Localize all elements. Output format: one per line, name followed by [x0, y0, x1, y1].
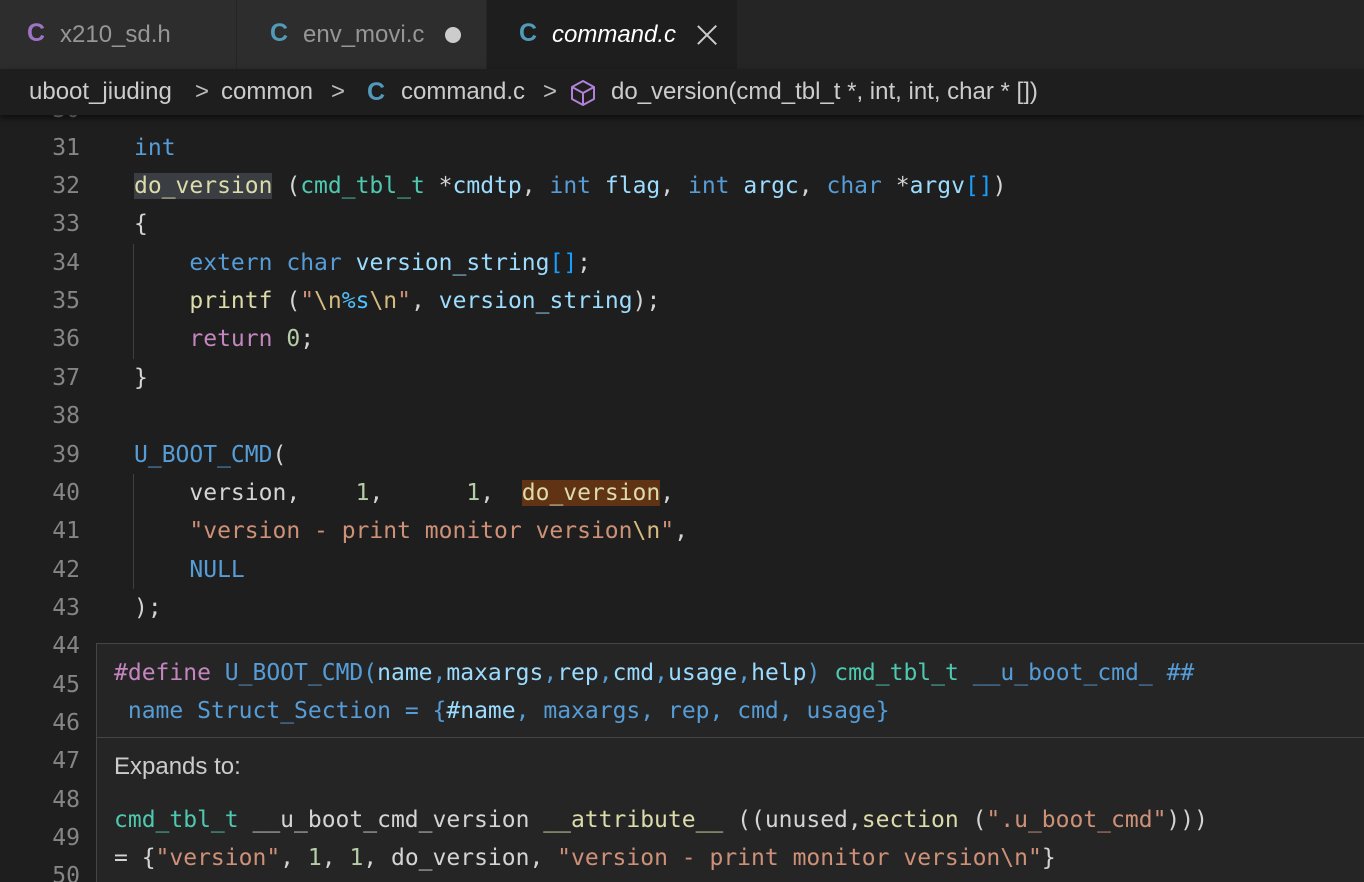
code-line-41[interactable]: "version - print monitor version\n",	[134, 512, 688, 550]
line-number: 44	[52, 633, 80, 659]
tab-x210-sd-h[interactable]: C x210_sd.h	[0, 0, 237, 69]
line-number: 30	[0, 115, 80, 129]
close-icon[interactable]	[696, 24, 718, 46]
line-number: 45	[52, 672, 80, 698]
code-line-31[interactable]: int	[134, 129, 176, 167]
c-file-icon: C	[519, 19, 538, 47]
line-number: 43	[52, 595, 80, 621]
breadcrumb-folder-uboot-jiuding[interactable]: uboot_jiuding	[29, 77, 172, 107]
code-line-35[interactable]: printf ("\n%s\n", version_string);	[134, 282, 660, 320]
code-line-32[interactable]: do_version (cmd_tbl_t *cmdtp, int flag, …	[134, 167, 1007, 205]
line-number: 46	[52, 710, 80, 736]
tab-label: x210_sd.h	[60, 21, 171, 48]
code-line-42[interactable]: NULL	[134, 551, 244, 589]
method-cube-icon	[571, 80, 595, 106]
line-number: 33	[52, 211, 80, 237]
code-line-36[interactable]: return 0;	[134, 320, 314, 358]
line-number: 48	[52, 787, 80, 813]
line-number: 39	[52, 442, 80, 468]
tab-label: env_movi.c	[303, 21, 425, 48]
symbol-occurrence-highlight: do_version	[521, 480, 661, 506]
line-number: 49	[52, 825, 80, 851]
symbol-highlight: do_version	[134, 173, 273, 199]
line-number: 35	[52, 288, 80, 314]
code-line-34[interactable]: extern char version_string[];	[134, 244, 591, 282]
line-number: 32	[52, 173, 80, 199]
line-number: 38	[52, 403, 80, 429]
hover-expansion-line: = {"version", 1, 1, do_version, "version…	[114, 845, 1056, 871]
macro-hover-tooltip[interactable]: #define U_BOOT_CMD(name,maxargs,rep,cmd,…	[96, 643, 1364, 882]
c-file-icon: C	[270, 19, 289, 47]
line-number: 37	[52, 365, 80, 391]
hover-expands-label: Expands to:	[114, 753, 241, 780]
line-number: 31	[52, 135, 80, 161]
chevron-right-icon: >	[543, 78, 558, 105]
tab-env-movi-c[interactable]: C env_movi.c	[237, 0, 487, 69]
chevron-right-icon: >	[195, 78, 210, 105]
tab-bar: C x210_sd.h C env_movi.c C command.c	[0, 0, 1364, 69]
hover-expansion-line: cmd_tbl_t __u_boot_cmd_version __attribu…	[114, 807, 1208, 833]
breadcrumb-folder-common[interactable]: common	[221, 77, 313, 107]
chevron-right-icon: >	[331, 78, 346, 105]
c-file-icon: C	[367, 78, 386, 106]
breadcrumb-symbol-do-version[interactable]: do_version(cmd_tbl_t *, int, int, char *…	[611, 77, 1038, 107]
breadcrumb-file-command-c[interactable]: command.c	[401, 77, 525, 107]
code-line-39[interactable]: U_BOOT_CMD(	[134, 436, 286, 474]
line-number: 36	[52, 326, 80, 352]
hover-define-line: name Struct_Section = {#name, maxargs, r…	[127, 698, 890, 724]
breadcrumb: uboot_jiuding > common > C command.c > d…	[0, 69, 1364, 115]
code-line-43[interactable]: );	[134, 589, 162, 627]
line-number: 34	[52, 250, 80, 276]
line-number: 41	[52, 518, 80, 544]
tab-label: command.c	[552, 21, 677, 48]
c-header-file-icon: C	[27, 19, 46, 47]
unsaved-dot-icon[interactable]	[445, 27, 461, 43]
line-number: 40	[52, 480, 80, 506]
code-line-33[interactable]: {	[134, 205, 148, 243]
hover-define-line: #define U_BOOT_CMD(name,maxargs,rep,cmd,…	[114, 660, 1195, 686]
hover-divider	[97, 737, 1364, 738]
line-number: 50	[52, 863, 80, 882]
code-line-40[interactable]: version, 1, 1, do_version,	[134, 474, 674, 512]
line-number: 47	[52, 748, 80, 774]
line-number: 42	[52, 557, 80, 583]
code-line-37[interactable]: }	[134, 359, 148, 397]
tab-command-c[interactable]: C command.c	[487, 0, 738, 69]
